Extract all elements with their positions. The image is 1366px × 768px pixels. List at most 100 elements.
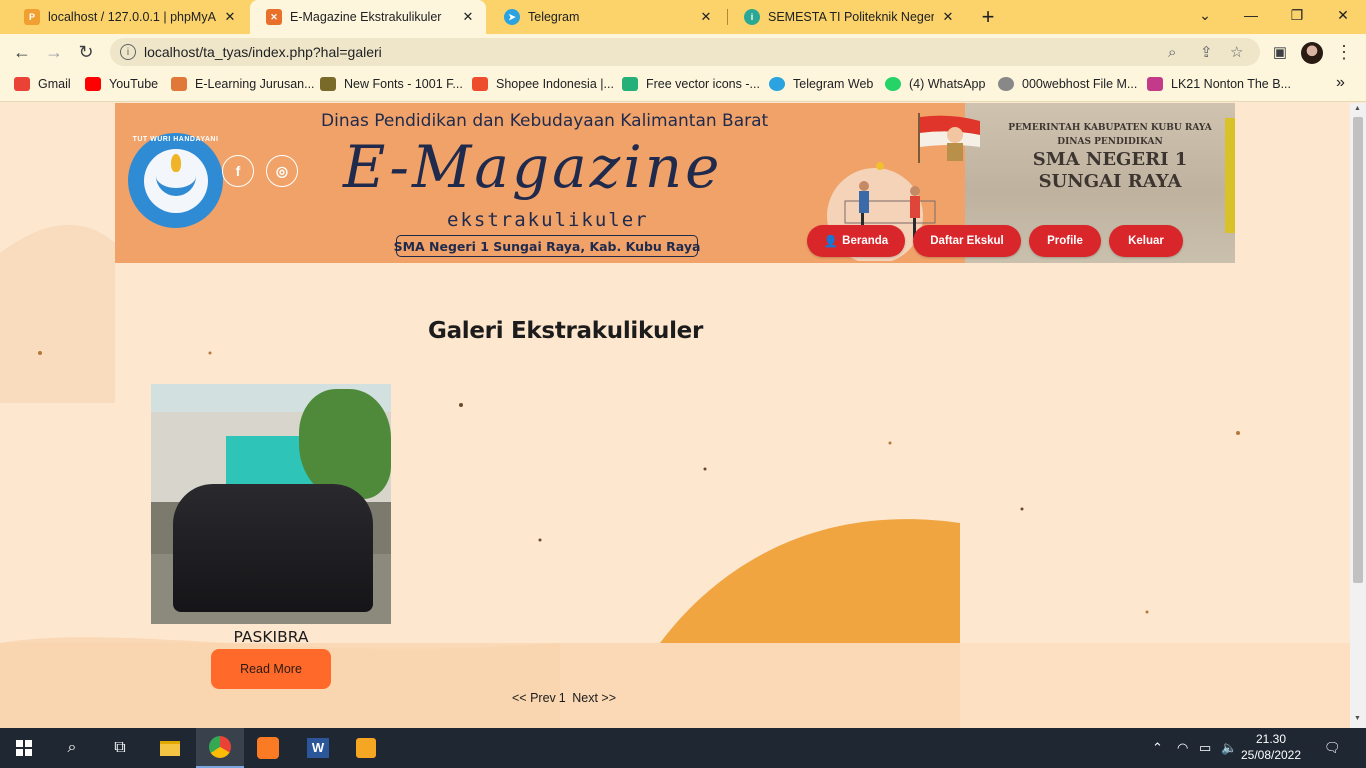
word-icon[interactable]: W — [294, 728, 342, 768]
telegram-icon — [769, 77, 785, 91]
instagram-icon[interactable]: ◎ — [266, 155, 298, 187]
tab-semesta[interactable]: i SEMESTA TI Politeknik Negeri Pon ✕ — [728, 0, 966, 34]
scroll-down-icon[interactable]: ▼ — [1354, 715, 1361, 722]
gallery-caption: PASKIBRA — [233, 628, 309, 646]
scrollbar-thumb[interactable] — [1353, 117, 1363, 583]
page-content: PEMERINTAH KABUPATEN KUBU RAYA DINAS PEN… — [0, 103, 1350, 728]
bookmark-gmail[interactable]: Gmail — [14, 77, 71, 91]
close-icon[interactable]: ✕ — [222, 9, 238, 25]
close-icon[interactable]: ✕ — [698, 9, 714, 25]
bookmark-elearning[interactable]: E-Learning Jurusan... — [171, 77, 315, 91]
tab-title: localhost / 127.0.0.1 | phpMyAdm — [48, 10, 216, 24]
current-page: 1 — [558, 691, 566, 705]
banner-subtitle: Dinas Pendidikan dan Kebudayaan Kalimant… — [321, 111, 769, 131]
bookmark-youtube[interactable]: YouTube — [85, 77, 158, 91]
tab-search-icon[interactable]: ⌄ — [1182, 0, 1228, 30]
new-tab-button[interactable]: + — [976, 5, 1000, 29]
menu-icon[interactable]: ⋮ — [1332, 40, 1356, 64]
bookmark-shopee[interactable]: Shopee Indonesia |... — [472, 77, 614, 91]
page-scrollbar[interactable]: ▲ ▼ — [1350, 103, 1366, 728]
gmail-icon — [14, 77, 30, 91]
bookmark-000webhost[interactable]: 000webhost File M... — [998, 77, 1137, 91]
telegram-icon: ➤ — [504, 9, 520, 25]
reload-icon[interactable]: ↻ — [74, 40, 98, 64]
more-bookmarks-icon[interactable]: » — [1336, 74, 1345, 92]
elearning-icon — [171, 77, 187, 91]
tab-title: E-Magazine Ekstrakulikuler — [290, 10, 442, 24]
search-icon[interactable]: ⌕ — [48, 728, 96, 768]
whatsapp-icon — [885, 77, 901, 91]
close-icon[interactable]: ✕ — [940, 9, 956, 25]
banner-title: E-Magazine — [343, 133, 723, 201]
windows-start-icon[interactable] — [0, 728, 48, 768]
school-sign: PEMERINTAH KABUPATEN KUBU RAYA DINAS PEN… — [1008, 123, 1212, 192]
banner-tagline: ekstrakulikuler — [447, 209, 649, 231]
address-bar[interactable]: i localhost/ta_tyas/index.php?hal=galeri… — [110, 38, 1260, 66]
freevector-icon — [622, 77, 638, 91]
youtube-icon — [85, 77, 101, 91]
wifi-icon[interactable]: ◠ — [1177, 728, 1188, 768]
tab-title: SEMESTA TI Politeknik Negeri Pon — [768, 10, 934, 24]
site-info-icon[interactable]: i — [120, 44, 136, 60]
banner-school: SMA Negeri 1 Sungai Raya, Kab. Kubu Raya — [394, 235, 700, 257]
nav-daftar-ekskul-button[interactable]: Daftar Ekskul — [913, 225, 1021, 257]
bookmark-fonts[interactable]: New Fonts - 1001 F... — [320, 77, 463, 91]
read-more-button[interactable]: Read More — [211, 649, 331, 689]
url-text: localhost/ta_tyas/index.php?hal=galeri — [144, 44, 382, 60]
pagination: << Prev 1 Next >> — [512, 691, 619, 705]
tab-phpmyadmin[interactable]: P localhost / 127.0.0.1 | phpMyAdm ✕ — [8, 0, 248, 34]
tab-emagazine[interactable]: ✕ E-Magazine Ekstrakulikuler ✕ — [250, 0, 486, 34]
volume-icon[interactable]: 🔈 — [1221, 728, 1237, 768]
webhost-icon — [998, 77, 1014, 91]
prev-page-link[interactable]: << Prev — [512, 691, 556, 705]
next-page-link[interactable]: Next >> — [572, 691, 616, 705]
share-icon[interactable]: ⇪ — [1200, 38, 1213, 66]
bookmarks-bar: Gmail YouTube E-Learning Jurusan... New … — [0, 70, 1366, 102]
task-view-icon[interactable]: ⧉ — [96, 728, 144, 768]
battery-icon[interactable]: ▭ — [1199, 728, 1211, 768]
nav-beranda-button[interactable]: 👤 Beranda — [807, 225, 905, 257]
xampp-icon[interactable] — [244, 728, 292, 768]
close-window-icon[interactable]: ✕ — [1320, 0, 1366, 30]
gallery-image-paskibra[interactable] — [151, 384, 391, 624]
bookmark-telegram[interactable]: Telegram Web — [769, 77, 873, 91]
tab-title: Telegram — [528, 10, 580, 24]
nav-profile-button[interactable]: Profile — [1029, 225, 1101, 257]
browser-toolbar: ← → ↻ i localhost/ta_tyas/index.php?hal=… — [0, 34, 1366, 70]
notifications-icon[interactable]: 🗨 — [1324, 728, 1341, 768]
bookmark-freevector[interactable]: Free vector icons -... — [622, 77, 760, 91]
forward-icon[interactable]: → — [42, 40, 66, 64]
side-panel-icon[interactable]: ▣ — [1268, 40, 1292, 64]
semesta-icon: i — [744, 9, 760, 25]
shopee-icon — [472, 77, 488, 91]
show-hidden-icons[interactable]: ⌃ — [1152, 728, 1163, 768]
bookmark-star-icon[interactable]: ☆ — [1230, 38, 1243, 66]
browser-tab-bar: P localhost / 127.0.0.1 | phpMyAdm ✕ ✕ E… — [0, 0, 1366, 34]
tab-telegram[interactable]: ➤ Telegram ✕ — [488, 0, 724, 34]
facebook-icon[interactable]: f — [222, 155, 254, 187]
bookmark-lk21[interactable]: LK21 Nonton The B... — [1147, 77, 1291, 91]
close-icon[interactable]: ✕ — [460, 9, 476, 25]
maximize-icon[interactable]: ❐ — [1274, 0, 1320, 30]
xampp-icon: ✕ — [266, 9, 282, 25]
header-banner: PEMERINTAH KABUPATEN KUBU RAYA DINAS PEN… — [115, 103, 1235, 263]
phpmyadmin-icon: P — [24, 9, 40, 25]
nav-keluar-button[interactable]: Keluar — [1109, 225, 1183, 257]
flag-illustration — [918, 113, 980, 163]
system-clock[interactable]: 21.30 25/08/2022 — [1236, 731, 1306, 763]
minimize-icon[interactable]: — — [1228, 0, 1274, 30]
windows-taskbar: ⌕ ⧉ W ⌃ ◠ ▭ 🔈 21.30 25/08/2022 🗨 — [0, 728, 1366, 768]
file-explorer-icon[interactable] — [146, 728, 194, 768]
fonts-icon — [320, 77, 336, 91]
bookmark-whatsapp[interactable]: (4) WhatsApp — [885, 77, 985, 91]
sublime-text-icon[interactable] — [342, 728, 390, 768]
sign-post — [1225, 118, 1235, 233]
zoom-search-icon[interactable]: ⌕ — [1168, 38, 1176, 66]
avatar[interactable] — [1301, 42, 1323, 64]
user-icon: 👤 — [823, 236, 839, 248]
back-icon[interactable]: ← — [10, 40, 34, 64]
chrome-icon[interactable] — [196, 728, 244, 768]
scroll-up-icon[interactable]: ▲ — [1354, 105, 1361, 112]
lk21-icon — [1147, 77, 1163, 91]
page-title: Galeri Ekstrakulikuler — [428, 318, 704, 344]
